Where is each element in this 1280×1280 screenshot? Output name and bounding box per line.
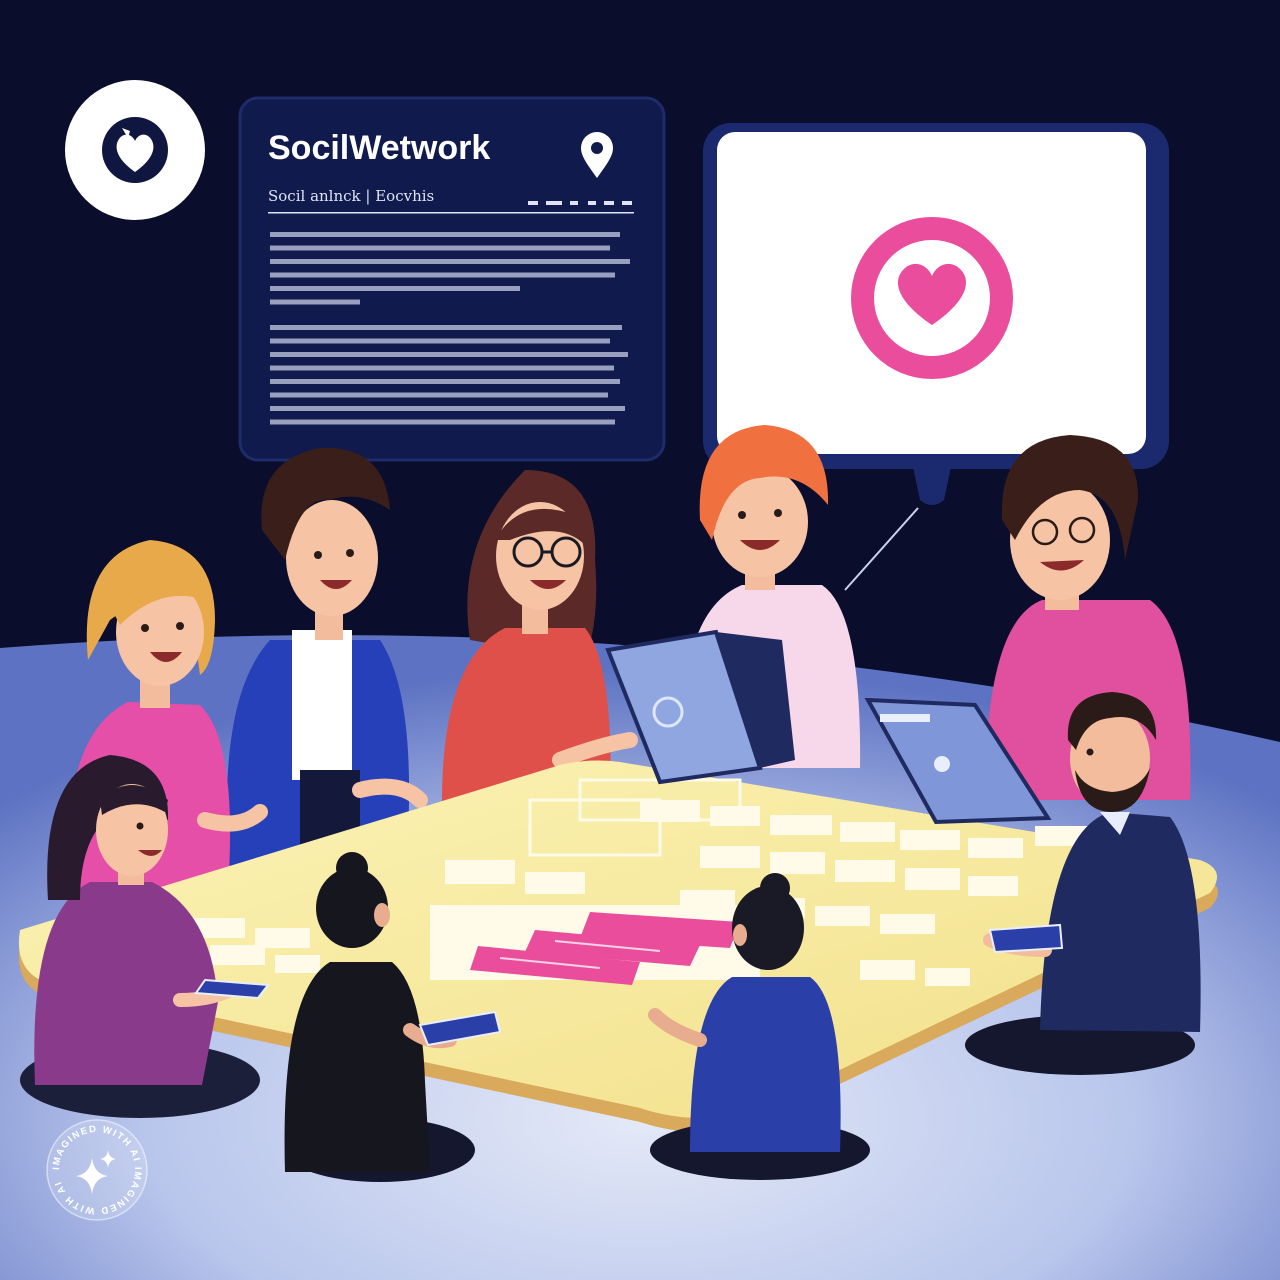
panel-subtitle: Socil anlnck | Eocvhis xyxy=(268,187,434,205)
panel-text-line xyxy=(270,232,620,237)
pink-card-stack xyxy=(430,905,760,985)
panel-text-line xyxy=(270,379,620,384)
panel-text-line xyxy=(270,406,625,411)
phone xyxy=(988,923,1064,954)
imagined-with-ai-watermark: IMAGINED WITH AI IMAGINED WITH AI xyxy=(46,1119,148,1221)
panel-text-line xyxy=(270,286,520,291)
panel-text-line xyxy=(270,272,615,278)
panel-text-line xyxy=(270,338,610,344)
panel-text-line xyxy=(270,392,608,398)
panel-text-line xyxy=(270,419,615,425)
info-panel: SocilWetwork Socil anlnck | Eocvhis xyxy=(238,96,666,462)
illustration-scene: SocilWetwork Socil anlnck | Eocvhis IMAG… xyxy=(0,0,1280,1280)
panel-title: SocilWetwork xyxy=(268,129,490,167)
panel-text-line xyxy=(270,245,610,251)
panel-text-line xyxy=(270,352,628,357)
panel-text-line xyxy=(270,299,360,305)
heart-icon xyxy=(851,217,1013,379)
panel-body-text xyxy=(270,232,630,425)
panel-text-line xyxy=(270,259,630,264)
panel-text-line xyxy=(270,365,614,371)
panel-text-line xyxy=(270,325,622,330)
logo-badge xyxy=(65,80,205,220)
